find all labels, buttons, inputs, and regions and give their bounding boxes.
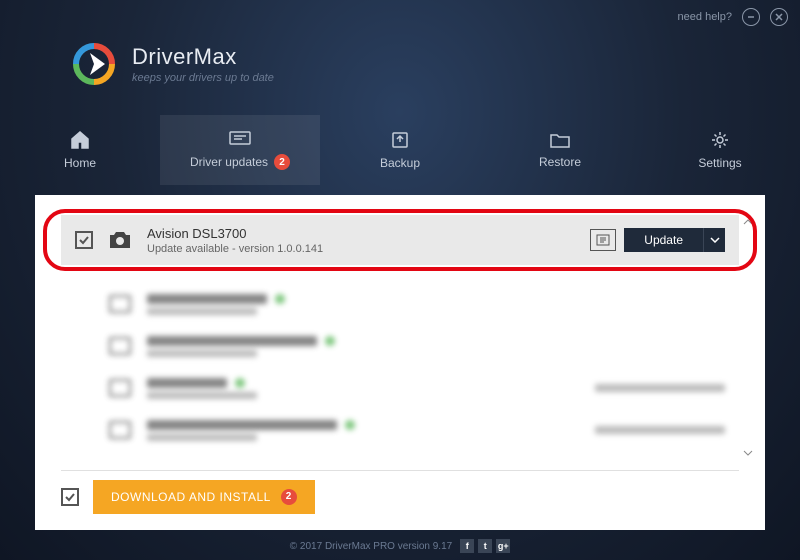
camera-icon	[107, 229, 133, 251]
chevron-down-icon	[710, 237, 720, 243]
scroll-up[interactable]	[741, 215, 755, 229]
scroll-down[interactable]	[741, 446, 755, 460]
nav-backup[interactable]: Backup	[320, 115, 480, 185]
update-button[interactable]: Update	[624, 228, 703, 252]
nav-home[interactable]: Home	[0, 115, 160, 185]
updates-badge: 2	[274, 154, 290, 170]
content-panel: Avision DSL3700 Update available - versi…	[35, 195, 765, 530]
driver-row-blurred	[61, 327, 739, 365]
select-all-checkbox[interactable]	[61, 488, 79, 506]
home-icon	[69, 130, 91, 150]
checkbox-selected[interactable]	[75, 231, 93, 249]
download-install-button[interactable]: DOWNLOAD AND INSTALL 2	[93, 480, 315, 514]
close-button[interactable]	[770, 8, 788, 26]
footer-row: DOWNLOAD AND INSTALL 2	[61, 470, 739, 512]
device-name: Avision DSL3700	[147, 226, 590, 241]
driver-row-highlighted[interactable]: Avision DSL3700 Update available - versi…	[61, 215, 739, 265]
minimize-button[interactable]	[742, 8, 760, 26]
copyright-text: © 2017 DriverMax PRO version 9.17	[290, 541, 452, 552]
driver-row-blurred	[61, 369, 739, 407]
nav-restore[interactable]: Restore	[480, 115, 640, 185]
twitter-link[interactable]: t	[478, 539, 492, 553]
help-link[interactable]: need help?	[678, 11, 732, 23]
update-dropdown[interactable]	[703, 228, 725, 252]
nav-settings-label: Settings	[698, 156, 741, 170]
gplus-link[interactable]: g+	[496, 539, 510, 553]
main-nav: Home Driver updates 2 Backup Restore Set…	[0, 115, 800, 185]
nav-backup-label: Backup	[380, 156, 420, 170]
download-label: DOWNLOAD AND INSTALL	[111, 490, 271, 504]
brand-logo: DriverMax keeps your drivers up to date	[70, 40, 274, 88]
backup-icon	[390, 130, 410, 150]
folder-icon	[549, 131, 571, 149]
driver-row-blurred	[61, 411, 739, 449]
gear-icon	[710, 130, 730, 150]
device-status: Update available - version 1.0.0.141	[147, 243, 590, 255]
app-title: DriverMax	[132, 44, 274, 70]
nav-home-label: Home	[64, 156, 96, 170]
nav-updates-label: Driver updates	[190, 155, 268, 169]
details-button[interactable]	[590, 229, 616, 251]
facebook-link[interactable]: f	[460, 539, 474, 553]
driver-row-blurred	[61, 285, 739, 323]
scrollbar[interactable]	[741, 215, 755, 460]
nav-settings[interactable]: Settings	[640, 115, 800, 185]
app-tagline: keeps your drivers up to date	[132, 72, 274, 84]
copyright-bar: © 2017 DriverMax PRO version 9.17 f t g+	[0, 539, 800, 553]
nav-driver-updates[interactable]: Driver updates 2	[160, 115, 320, 185]
monitor-icon	[228, 130, 252, 148]
download-badge: 2	[281, 489, 297, 505]
logo-icon	[70, 40, 118, 88]
nav-restore-label: Restore	[539, 155, 581, 169]
